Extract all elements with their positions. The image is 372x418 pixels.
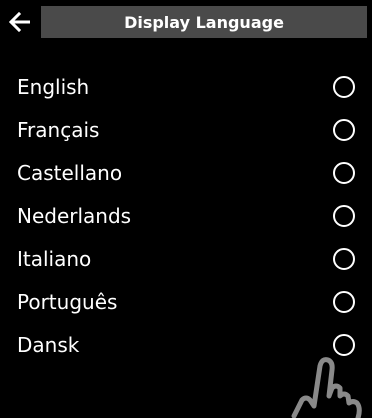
language-option-portugues[interactable]: Português: [0, 281, 372, 324]
page-title: Display Language: [124, 12, 284, 32]
language-label: Português: [17, 290, 118, 314]
language-option-francais[interactable]: Français: [0, 109, 372, 152]
pointing-hand-icon: [291, 357, 362, 418]
language-label: Italiano: [17, 247, 92, 271]
language-option-castellano[interactable]: Castellano: [0, 152, 372, 195]
language-list: English Français Castellano Nederlands I…: [0, 66, 372, 367]
language-label: Castellano: [17, 161, 123, 185]
radio-button[interactable]: [333, 119, 355, 141]
radio-button[interactable]: [333, 76, 355, 98]
language-option-nederlands[interactable]: Nederlands: [0, 195, 372, 238]
language-label: Dansk: [17, 333, 80, 357]
radio-button[interactable]: [333, 248, 355, 270]
language-label: Français: [17, 118, 100, 142]
back-button[interactable]: [4, 6, 36, 38]
language-label: Nederlands: [17, 204, 132, 228]
language-option-english[interactable]: English: [0, 66, 372, 109]
language-label: English: [17, 75, 90, 99]
header: Display Language: [0, 0, 372, 44]
language-option-italiano[interactable]: Italiano: [0, 238, 372, 281]
arrow-left-icon: [9, 12, 30, 32]
radio-button[interactable]: [333, 291, 355, 313]
title-bar: Display Language: [41, 6, 367, 38]
radio-button[interactable]: [333, 205, 355, 227]
radio-button[interactable]: [333, 162, 355, 184]
